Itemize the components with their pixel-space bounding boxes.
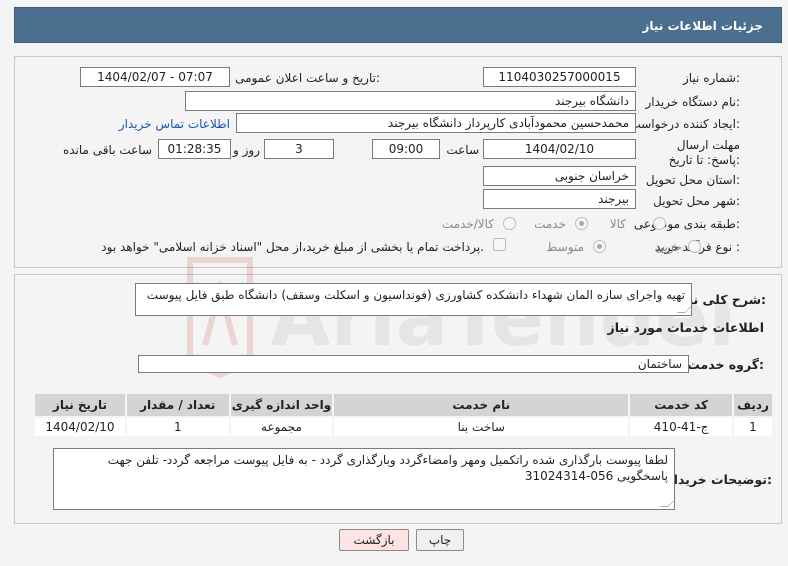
general-desc-text: تهیه واجرای سازه المان شهداء دانشکده کشا… [146,288,685,302]
page-title: جزئیات اطلاعات نیاز [642,19,763,33]
process-option-minor: جزیی [654,240,682,254]
buyer-notes-text: لطفا پیوست بارگذاری شده راتکمیل ومهر وام… [107,453,668,483]
requester-field: محمدحسین محمودآبادی کارپرداز دانشگاه بیر… [236,113,636,133]
category-label: طبقه بندی موضوعی: [633,217,740,231]
col-row-number: ردیف [732,392,774,418]
cell-quantity: 1 [124,416,231,438]
buyer-notes-field: لطفا پیوست بارگذاری شده راتکمیل ومهر وام… [53,448,676,510]
deadline-time-label: ساعت [446,143,479,157]
category-option-goods: کالا [609,217,626,231]
days-label: روز و [233,143,260,157]
cell-service-code: ج-41-410 [628,416,734,438]
announce-label: تاریخ و ساعت اعلان عمومی: [235,71,380,85]
col-need-date: تاریخ نیاز [33,392,127,418]
resize-grip-icon[interactable] [660,499,676,507]
buyer-org-label: نام دستگاه خریدار: [645,95,741,109]
category-radio-service[interactable] [575,217,588,230]
need-number-label: شماره نیاز: [682,71,740,85]
category-radio-goods-service[interactable] [503,217,516,230]
city-field: بیرجند [483,189,636,209]
category-option-goods-service: کالا/خدمت [441,217,494,231]
deadline-date-field: 1404/02/10 [483,139,636,159]
col-service-code: کد خدمت [628,392,734,418]
need-number-field: 1104030257000015 [483,67,636,87]
buyer-org-field: دانشگاه بیرجند [185,91,636,111]
category-radio-goods[interactable] [653,217,666,230]
service-group-field: ساختمان [138,355,689,373]
province-field: خراسان جنوبی [483,166,636,186]
services-table: تاریخ نیاز تعداد / مقدار واحد اندازه گیر… [33,392,774,438]
col-service-name: نام خدمت [332,392,631,418]
process-radio-minor[interactable] [688,240,701,253]
deadline-label: مهلت ارسال پاسخ: تا تاریخ: [660,138,740,168]
deadline-label-text: مهلت ارسال پاسخ: تا تاریخ: [668,138,740,167]
cell-row-number: 1 [732,416,774,438]
print-button[interactable]: چاپ [416,529,464,551]
page-header: جزئیات اطلاعات نیاز [14,7,782,43]
services-section-title: اطلاعات خدمات مورد نیاز [607,320,765,335]
col-quantity: تعداد / مقدار [124,392,231,418]
cell-unit: مجموعه [228,416,335,438]
process-option-medium: متوسط [546,240,584,254]
cell-service-name: ساخت بنا [332,416,631,438]
remaining-time-field: 01:28:35 [158,139,231,159]
announce-datetime-field: 1404/02/07 - 07:07 [80,67,230,87]
table-row: 1404/02/10 1 مجموعه ساخت بنا ج-41-410 1 [33,416,774,438]
requester-label: ایجاد کننده درخواست: [629,117,740,131]
service-group-label: گروه خدمت: [687,357,764,372]
contact-buyer-link[interactable]: اطلاعات تماس خریدار [119,117,230,131]
buyer-notes-label: توضیحات خریدار: [666,472,772,487]
treasury-payment-checkbox[interactable] [493,238,506,251]
deadline-time-field: 09:00 [372,139,440,159]
resize-grip-icon[interactable] [677,305,693,313]
general-desc-field: تهیه واجرای سازه المان شهداء دانشکده کشا… [135,283,693,316]
remaining-time-label: ساعت باقی مانده [62,143,152,157]
col-unit: واحد اندازه گیری [228,392,335,418]
days-remaining-field: 3 [264,139,334,159]
treasury-payment-note: پرداخت تمام یا بخشی از مبلغ خرید،از محل … [101,240,484,254]
province-label: استان محل تحویل: [645,173,740,187]
city-label: شهر محل تحویل: [653,194,740,208]
cell-need-date: 1404/02/10 [33,416,127,438]
process-radio-medium[interactable] [593,240,606,253]
category-option-service: خدمت [534,217,566,231]
back-button[interactable]: بازگشت [339,529,409,551]
table-header-row: تاریخ نیاز تعداد / مقدار واحد اندازه گیر… [33,392,774,418]
